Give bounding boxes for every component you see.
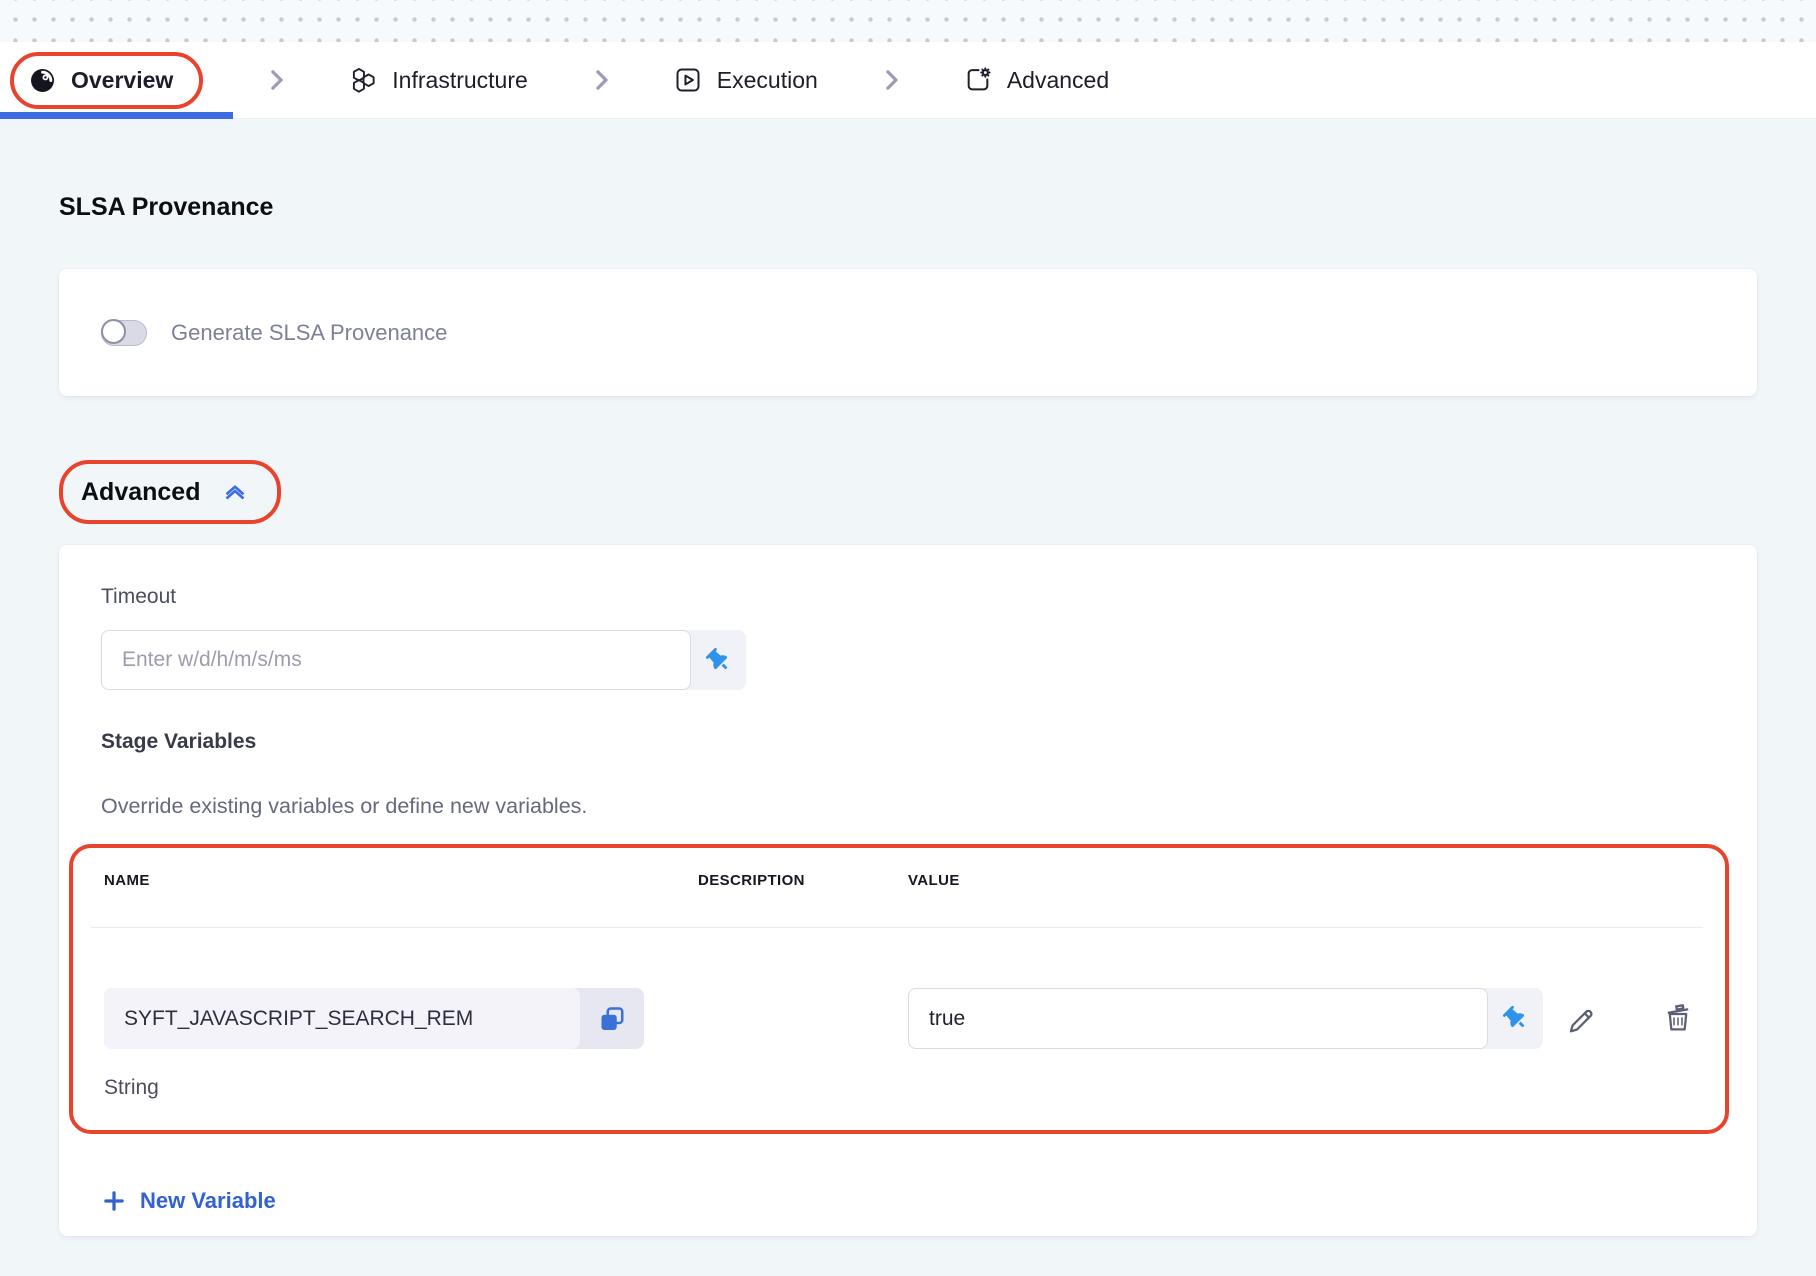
- tab-overview[interactable]: Overview: [29, 67, 173, 94]
- trash-icon: [1661, 1001, 1695, 1035]
- chevron-right-icon: [876, 65, 906, 95]
- variable-name-cell: SYFT_JAVASCRIPT_SEARCH_REM String: [104, 988, 698, 1100]
- tab-separator: [876, 65, 906, 95]
- variable-name-chip: SYFT_JAVASCRIPT_SEARCH_REM: [104, 988, 644, 1049]
- tab-advanced-label: Advanced: [1007, 67, 1109, 94]
- edit-variable-button[interactable]: [1563, 1001, 1597, 1035]
- variable-description-cell: [698, 988, 908, 1049]
- pipeline-stage-settings-page: Overview Infrastructure: [0, 0, 1816, 1236]
- pin-icon: [1499, 1002, 1532, 1035]
- chevron-right-icon: [586, 65, 616, 95]
- copy-variable-name-button[interactable]: [580, 988, 644, 1049]
- annotation-highlight-advanced-header: Advanced: [59, 460, 281, 524]
- stage-variables-heading: Stage Variables: [101, 730, 1757, 754]
- generate-slsa-toggle-label: Generate SLSA Provenance: [171, 320, 447, 346]
- plus-icon: [101, 1188, 127, 1214]
- variables-table-header: NAME DESCRIPTION VALUE: [104, 872, 1725, 889]
- slsa-card: Generate SLSA Provenance: [59, 269, 1757, 396]
- table-divider: [91, 927, 1703, 928]
- infrastructure-icon: [349, 66, 377, 94]
- column-header-name: NAME: [104, 872, 698, 889]
- tab-execution[interactable]: Execution: [674, 66, 818, 94]
- tab-separator: [261, 65, 291, 95]
- tab-separator: [586, 65, 616, 95]
- column-header-value: VALUE: [908, 872, 960, 889]
- value-pin-button[interactable]: [1488, 988, 1543, 1049]
- active-tab-underline: [0, 112, 233, 119]
- column-header-description: DESCRIPTION: [698, 872, 908, 889]
- stage-variables-description: Override existing variables or define ne…: [101, 794, 1757, 819]
- pencil-icon: [1563, 1001, 1597, 1035]
- variable-value-input[interactable]: [908, 988, 1488, 1049]
- advanced-section-heading[interactable]: Advanced: [81, 478, 200, 507]
- execution-icon: [674, 66, 702, 94]
- chevron-right-icon: [261, 65, 291, 95]
- advanced-card: Timeout Stage Variables Override existin…: [59, 545, 1757, 1236]
- toggle-knob: [101, 319, 126, 344]
- collapse-chevron-up-icon[interactable]: [220, 477, 250, 507]
- variable-name-field[interactable]: SYFT_JAVASCRIPT_SEARCH_REM: [104, 988, 580, 1049]
- tab-advanced[interactable]: Advanced: [964, 66, 1109, 94]
- new-variable-button[interactable]: New Variable: [101, 1188, 276, 1214]
- generate-slsa-toggle[interactable]: [101, 320, 147, 346]
- stage-tabbar: Overview Infrastructure: [0, 42, 1816, 119]
- pin-icon: [702, 644, 735, 677]
- tab-execution-label: Execution: [717, 67, 818, 94]
- copy-icon: [597, 1004, 627, 1034]
- timeout-input-group: [101, 630, 746, 690]
- timeout-pin-button[interactable]: [691, 630, 746, 690]
- variable-value-input-group: [908, 988, 1543, 1049]
- variable-type-label: String: [104, 1076, 698, 1100]
- stage-overview-icon: [29, 67, 56, 94]
- tab-overview-label: Overview: [71, 67, 173, 94]
- new-variable-label: New Variable: [140, 1188, 276, 1214]
- slsa-section-heading: SLSA Provenance: [59, 193, 1757, 222]
- tab-infrastructure-label: Infrastructure: [392, 67, 528, 94]
- timeout-label: Timeout: [101, 585, 1757, 609]
- annotation-highlight-variables-table: NAME DESCRIPTION VALUE SYFT_JAVASCRIPT_S…: [69, 844, 1729, 1134]
- variable-row: SYFT_JAVASCRIPT_SEARCH_REM String: [104, 988, 1725, 1100]
- canvas-dotted-background: [0, 0, 1816, 42]
- stage-overview-content: SLSA Provenance Generate SLSA Provenance…: [0, 193, 1816, 1236]
- timeout-input[interactable]: [101, 630, 691, 690]
- tab-infrastructure[interactable]: Infrastructure: [349, 66, 528, 94]
- delete-variable-button[interactable]: [1661, 1001, 1695, 1035]
- advanced-settings-icon: [964, 66, 992, 94]
- annotation-highlight-overview-tab: Overview: [10, 52, 203, 109]
